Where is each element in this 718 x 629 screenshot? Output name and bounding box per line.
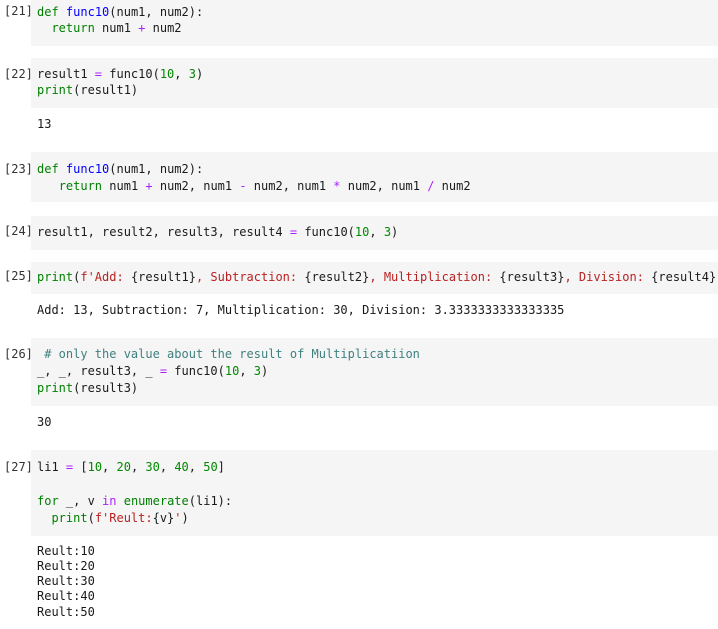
cell-input[interactable]: def func10(num1, num2): return num1 + nu… [31, 152, 718, 202]
code-line: def func10(num1, num2): [37, 5, 204, 19]
code-line: # only the value about the result of Mul… [37, 347, 420, 361]
cell-input[interactable]: li1 = [10, 20, 30, 40, 50] for _, v in e… [31, 450, 718, 536]
cell-prompt: [25] [4, 269, 33, 283]
code-line: _, _, result3, _ = func10(10, 3) [37, 364, 269, 378]
code-line: def func10(num1, num2): [37, 162, 204, 176]
output-line: Reult:30 [37, 574, 95, 588]
code-line: result1 = func10(10, 3) [37, 67, 204, 81]
cell-input[interactable]: result1 = func10(10, 3) print(result1) [31, 58, 718, 108]
output-line: Reult:50 [37, 605, 95, 619]
cell-input[interactable]: # only the value about the result of Mul… [31, 338, 718, 406]
output-line: Reult:20 [37, 559, 95, 573]
cell-prompt: [21] [4, 4, 33, 18]
code-line: return num1 + num2 [51, 21, 182, 35]
cell-prompt: [27] [4, 460, 33, 474]
cell-input[interactable]: result1, result2, result3, result4 = fun… [31, 216, 718, 250]
code-cell-24[interactable]: [24] result1, result2, result3, result4 … [0, 216, 718, 250]
code-cell-22[interactable]: [22] result1 = func10(10, 3) print(resul… [0, 58, 718, 138]
code-cell-21[interactable]: [21] def func10(num1, num2): return num1… [0, 0, 718, 46]
cell-prompt: [26] [4, 347, 33, 361]
cell-prompt: [24] [4, 224, 33, 238]
code-cell-25[interactable]: [25] print(f'Add: {result1}, Subtraction… [0, 262, 718, 326]
code-line: print(result1) [37, 83, 139, 97]
cell-input[interactable]: print(f'Add: {result1}, Subtraction: {re… [31, 262, 718, 294]
cell-output: 30 [37, 415, 52, 429]
code-line: print(f'Reult:{v}') [51, 511, 189, 525]
code-line: print(result3) [37, 381, 139, 395]
cell-prompt: [23] [4, 162, 33, 176]
code-cell-27[interactable]: [27] li1 = [10, 20, 30, 40, 50] for _, v… [0, 450, 718, 629]
code-line: return num1 + num2, num1 - num2, num1 * … [58, 179, 471, 193]
cell-input[interactable]: def func10(num1, num2): return num1 + nu… [31, 0, 718, 46]
cell-output: Add: 13, Subtraction: 7, Multiplication:… [37, 303, 565, 317]
cell-output: 13 [37, 117, 52, 131]
code-cell-23[interactable]: [23] def func10(num1, num2): return num1… [0, 152, 718, 202]
code-cell-26[interactable]: [26] # only the value about the result o… [0, 338, 718, 434]
code-line: print(f'Add: {result1}, Subtraction: {re… [37, 270, 718, 284]
cell-prompt: [22] [4, 67, 33, 81]
code-line: li1 = [10, 20, 30, 40, 50] [37, 460, 225, 474]
output-line: Reult:40 [37, 589, 95, 603]
code-line: result1, result2, result3, result4 = fun… [37, 225, 399, 239]
output-line: Reult:10 [37, 544, 95, 558]
code-line: for _, v in enumerate(li1): [37, 494, 233, 508]
